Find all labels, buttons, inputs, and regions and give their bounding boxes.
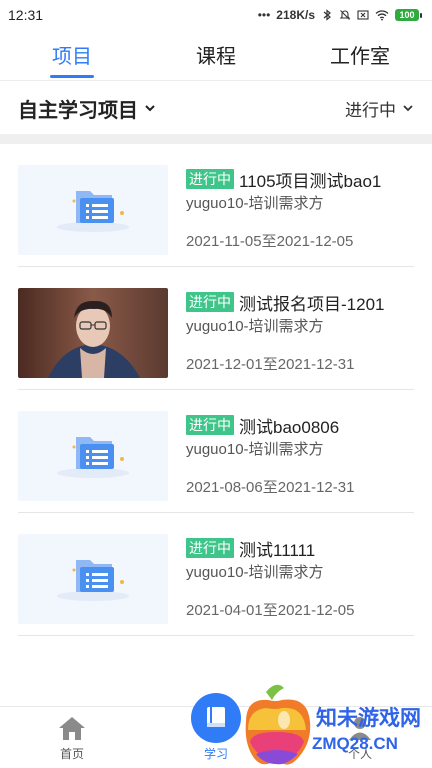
signal-dots-icon: ••• [257,8,271,22]
project-info: 进行中 1105项目测试bao1 yuguo10-培训需求方 2021-11-0… [186,167,422,251]
folder-thumbnail [18,411,168,501]
status-badge: 进行中 [186,538,234,558]
tab-label: 课程 [196,46,236,68]
tab-label: 项目 [52,46,92,68]
status-badge: 进行中 [186,415,234,435]
book-icon [207,707,225,727]
folder-icon [18,534,168,624]
project-card[interactable]: 进行中 1105项目测试bao1 yuguo10-培训需求方 2021-11-0… [0,144,432,267]
project-title: 测试11111 [239,540,316,560]
wifi-icon [375,10,389,21]
project-info: 进行中 测试bao0806 yuguo10-培训需求方 2021-08-06至2… [186,413,422,497]
chevron-down-icon [145,105,155,112]
status-bar: 12:31 ••• 218K/s 100 [0,0,432,30]
watermark-url: ZMQ28.CN [312,734,398,753]
nav-home[interactable]: 首页 [0,707,144,768]
home-icon [59,717,85,740]
network-speed: 218K/s [276,8,315,22]
bluetooth-icon [323,9,331,21]
tab-project[interactable]: 项目 [0,34,144,80]
tab-studio[interactable]: 工作室 [288,34,432,80]
battery-icon: 100 [395,9,422,21]
project-card[interactable]: 进行中 测试报名项目-1201 yuguo10-培训需求方 2021-12-01… [0,267,432,390]
status-badge: 进行中 [186,292,234,312]
nav-label: 首页 [59,747,84,761]
folder-icon [18,411,168,501]
folder-icon [18,165,168,255]
category-dropdown[interactable]: 自主学习项目 [18,94,156,123]
project-title: 1105项目测试bao1 [239,171,382,191]
chevron-down-icon [403,105,413,112]
project-info: 进行中 测试报名项目-1201 yuguo10-培训需求方 2021-12-01… [186,290,422,374]
project-list: 进行中 1105项目测试bao1 yuguo10-培训需求方 2021-11-0… [0,144,432,636]
active-tab-indicator [50,75,94,78]
filter-row: 自主学习项目 进行中 [0,82,432,134]
sim-x-icon [357,10,369,20]
nav-learn-button [191,693,241,743]
project-org: yuguo10-培训需求方 [186,564,324,581]
status-badge: 进行中 [186,169,234,189]
category-label: 自主学习项目 [18,99,138,122]
tabs-divider [0,80,432,81]
status-icons: ••• 218K/s 100 [258,8,422,22]
nav-label: 学习 [203,747,228,761]
project-card[interactable]: 进行中 测试11111 yuguo10-培训需求方 2021-04-01至202… [0,513,432,636]
row-divider [18,635,414,636]
project-org: yuguo10-培训需求方 [186,318,324,335]
status-filter-label: 进行中 [345,100,396,120]
watermark-text: 知未游戏网 [316,707,421,730]
project-info: 进行中 测试11111 yuguo10-培训需求方 2021-04-01至202… [186,536,422,620]
project-org: yuguo10-培训需求方 [186,195,324,212]
mute-bell-icon [339,10,351,20]
tab-label: 工作室 [330,46,390,68]
project-date-range: 2021-11-05至2021-12-05 [186,233,354,250]
top-tabs: 项目 课程 工作室 [0,34,432,80]
project-title: 测试报名项目-1201 [239,294,385,314]
project-date-range: 2021-04-01至2021-12-05 [186,602,355,619]
status-time: 12:31 [8,7,44,23]
status-dropdown[interactable]: 进行中 [345,96,414,121]
project-org: yuguo10-培训需求方 [186,441,324,458]
tab-course[interactable]: 课程 [144,34,288,80]
portrait-photo [18,288,168,378]
project-title: 测试bao0806 [239,417,340,437]
project-card[interactable]: 进行中 测试bao0806 yuguo10-培训需求方 2021-08-06至2… [0,390,432,513]
project-date-range: 2021-08-06至2021-12-31 [186,479,355,496]
section-separator [0,134,432,144]
folder-thumbnail [18,534,168,624]
photo-thumbnail [18,288,168,378]
project-date-range: 2021-12-01至2021-12-31 [186,356,355,373]
battery-level: 100 [395,9,419,21]
folder-thumbnail [18,165,168,255]
